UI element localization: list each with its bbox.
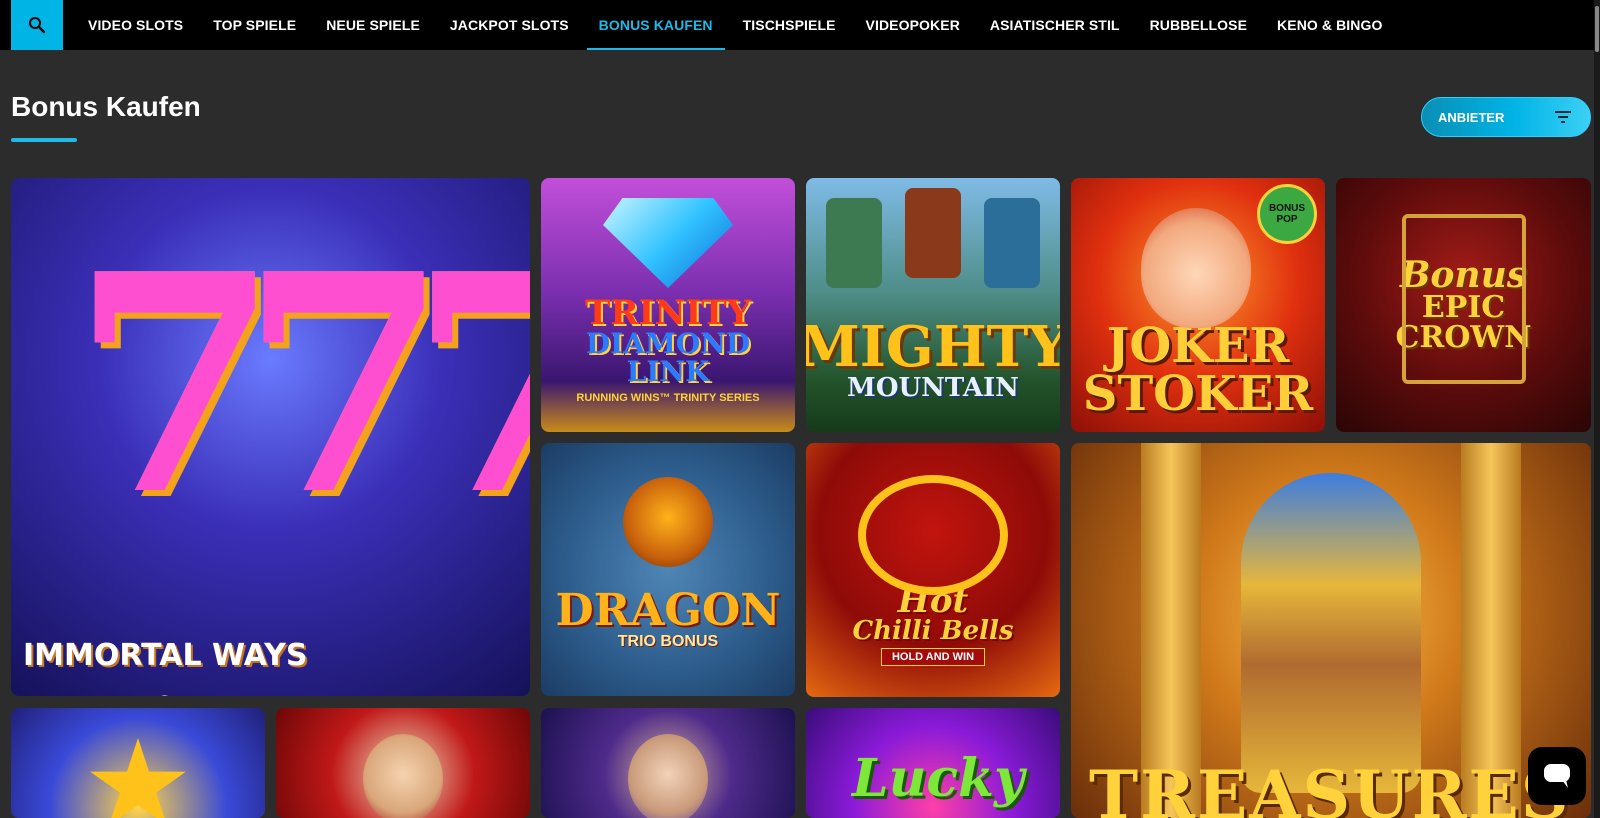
sevens-artwork: 777	[71, 208, 530, 561]
game-tile-trinity-diamond-link[interactable]: TRINITY DIAMOND LINK RUNNING WINS™ TRINI…	[541, 178, 795, 432]
warrior-icon	[628, 734, 708, 818]
game-tile-bonus-epic-crown[interactable]: Bonus EPIC CROWN	[1336, 178, 1591, 432]
tab-rubbellose[interactable]: RUBBELLOSE	[1138, 0, 1259, 50]
tab-tischspiele[interactable]: TISCHSPIELE	[731, 0, 848, 50]
joker-icon	[1141, 208, 1251, 328]
game-title-line1: JOKER	[1106, 318, 1290, 374]
tab-video-slots[interactable]: VIDEO SLOTS	[76, 0, 195, 50]
game-tile-joker-stoker[interactable]: BONUS POP JOKER STOKER	[1071, 178, 1325, 432]
provider-filter-button[interactable]: ANBIETER	[1421, 97, 1591, 137]
filter-icon	[1555, 111, 1571, 123]
game-title-line2: STOKER	[1082, 366, 1314, 422]
chat-button[interactable]	[1528, 747, 1586, 805]
game-title-line1: TRINITY	[584, 293, 751, 333]
page-scrollbar[interactable]	[1594, 0, 1600, 818]
game-subtitle: HOLD AND WIN	[880, 648, 986, 666]
provider-filter-label: ANBIETER	[1438, 109, 1505, 125]
pharaoh-queen-icon	[1241, 473, 1421, 793]
fortune-god-icon	[363, 734, 443, 818]
game-title-line2: TRIO BONUS	[617, 632, 719, 650]
game-tile-hot-chilli-bells[interactable]: Hot Chilli Bells HOLD AND WIN	[806, 443, 1060, 697]
scrollbar-thumb[interactable]	[1595, 6, 1599, 52]
top-navigation: VIDEO SLOTS TOP SPIELE NEUE SPIELE JACKP…	[0, 0, 1600, 50]
tab-neue-spiele[interactable]: NEUE SPIELE	[314, 0, 432, 50]
totem-icon	[905, 188, 961, 278]
tab-bonus-kaufen[interactable]: BONUS KAUFEN	[586, 0, 725, 50]
game-title-line2: Diamonds	[41, 678, 530, 696]
throne-frame	[1402, 214, 1526, 384]
game-title-line2: Chilli Bells	[852, 616, 1014, 646]
bonus-pop-badge: BONUS POP	[1257, 184, 1317, 244]
game-title-line1: MIGHTY	[806, 314, 1060, 380]
star-icon	[90, 738, 186, 818]
diamond-icon	[603, 198, 733, 288]
badge-bottom: POP	[1276, 214, 1298, 225]
chat-icon	[1544, 764, 1570, 788]
fruit-ring-icon	[858, 475, 1008, 595]
totem-icon	[826, 198, 882, 288]
tab-videopoker[interactable]: VIDEOPOKER	[854, 0, 972, 50]
game-tile-immortal-ways-diamonds[interactable]: 777 IMMORTAL WAYS Diamonds SE	[11, 178, 530, 696]
game-tile-dragon-trio-bonus[interactable]: DRAGON TRIO BONUS	[541, 443, 795, 696]
page-title: Bonus Kaufen	[11, 91, 201, 122]
game-tile-treasures[interactable]: TREASURES	[1071, 443, 1591, 818]
tab-asiatischer-stil[interactable]: ASIATISCHER STIL	[978, 0, 1132, 50]
tab-keno-bingo[interactable]: KENO & BINGO	[1265, 0, 1394, 50]
game-title-line1: DRAGON	[555, 584, 781, 636]
game-title-line1: IMMORTAL WAYS	[23, 638, 308, 673]
game-title-line2: MOUNTAIN	[847, 373, 1019, 403]
search-button[interactable]	[11, 0, 63, 50]
totem-icon	[984, 198, 1040, 288]
tab-top-spiele[interactable]: TOP SPIELE	[201, 0, 308, 50]
badge-top: BONUS	[1268, 203, 1306, 214]
search-icon	[29, 17, 46, 34]
game-title-line2: DIAMOND LINK	[585, 327, 751, 388]
category-tabs: VIDEO SLOTS TOP SPIELE NEUE SPIELE JACKP…	[76, 0, 1400, 50]
game-tile-star[interactable]	[11, 708, 265, 818]
game-subtitle: RUNNING WINS™ TRINITY SERIES	[576, 392, 760, 404]
game-tile-mighty-mountain[interactable]: MIGHTY MOUNTAIN	[806, 178, 1060, 432]
game-title-line1: TREASURES	[1089, 756, 1571, 818]
title-underline	[11, 138, 77, 142]
game-title-line1: Lucky	[852, 748, 1025, 809]
game-tile-warrior[interactable]	[541, 708, 795, 818]
game-tile-lucky[interactable]: Lucky	[806, 708, 1060, 818]
tab-jackpot-slots[interactable]: JACKPOT SLOTS	[438, 0, 581, 50]
dragon-icon	[623, 477, 713, 567]
game-tile-fortune-god[interactable]	[276, 708, 530, 818]
